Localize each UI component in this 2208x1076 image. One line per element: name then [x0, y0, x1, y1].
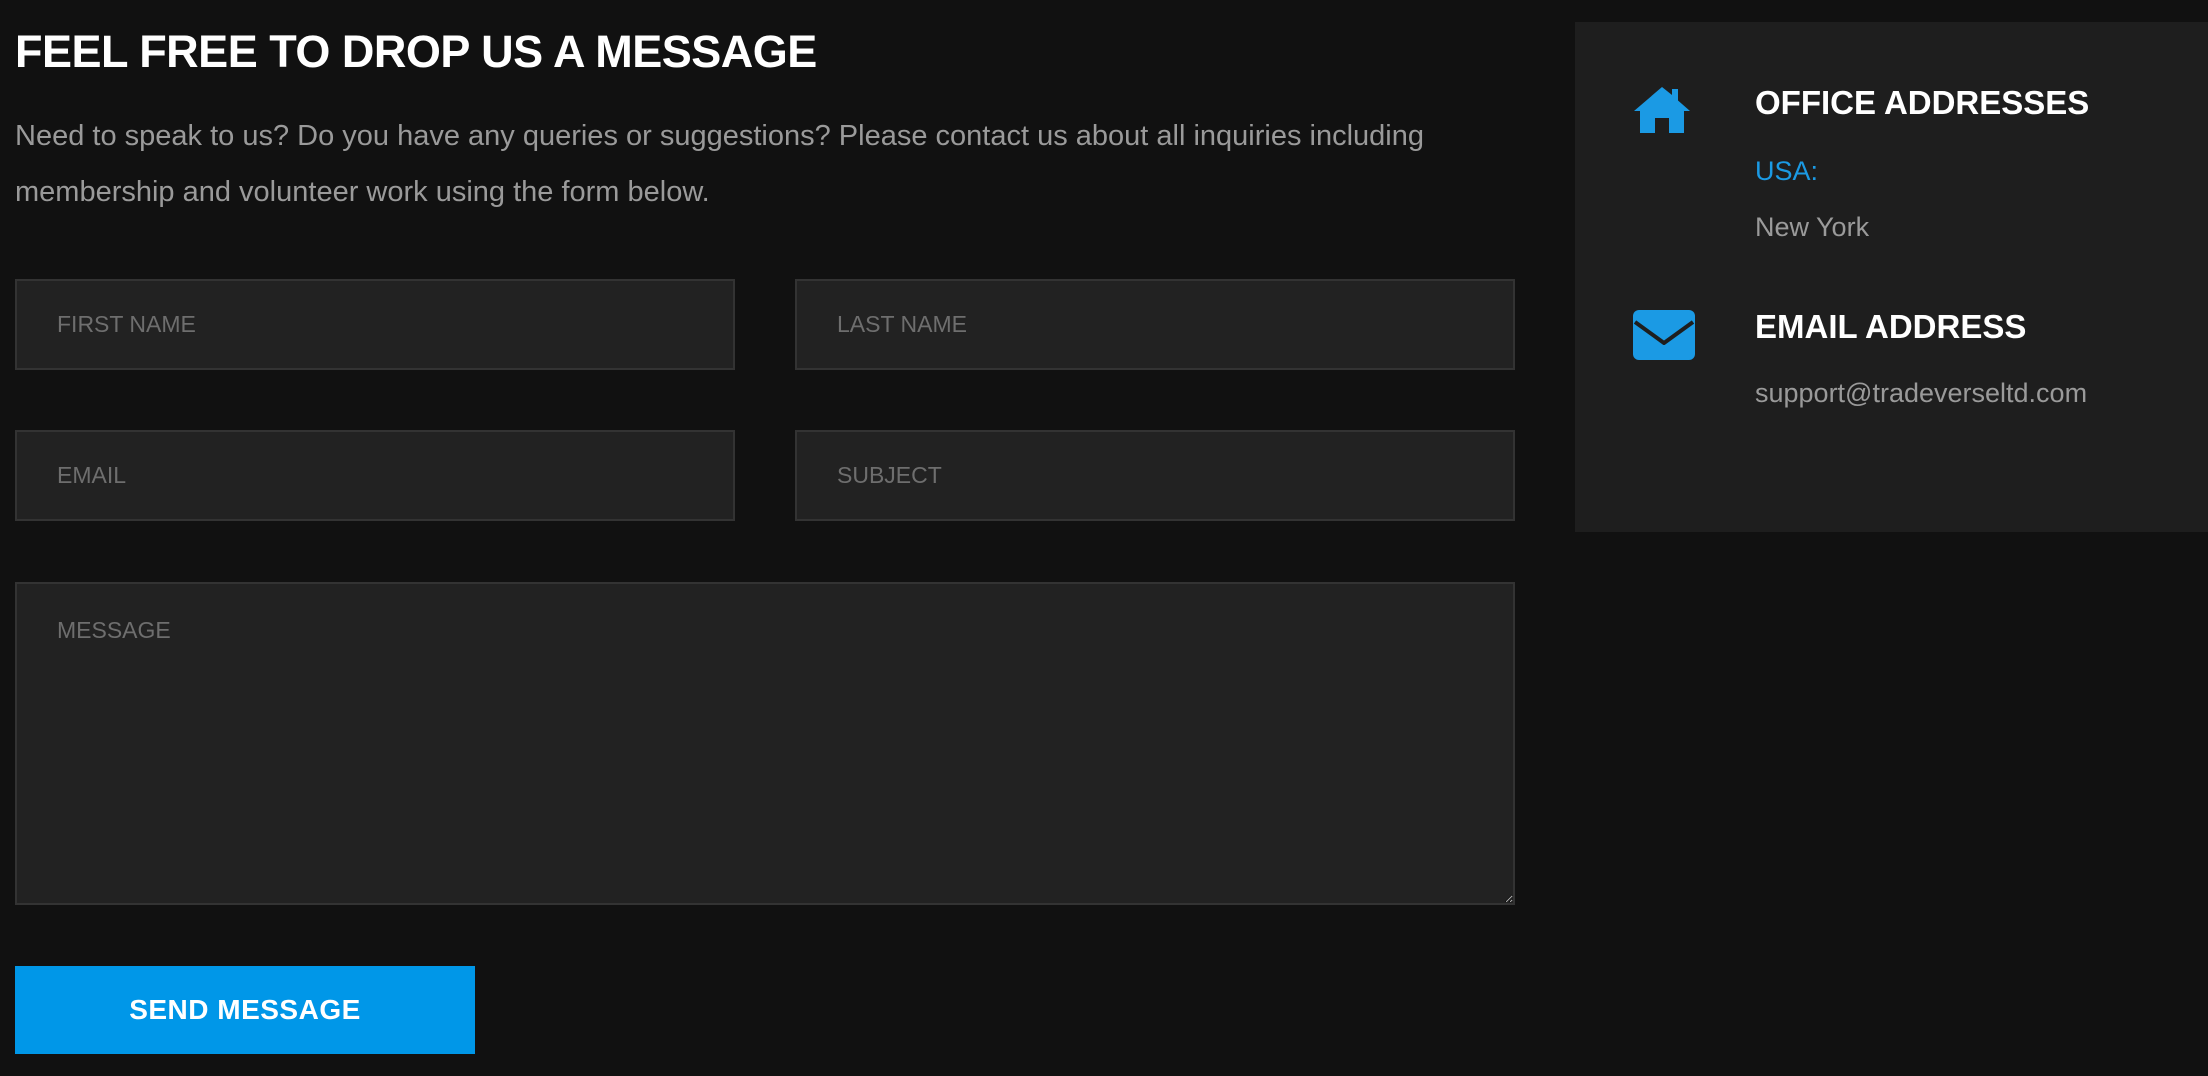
- last-name-input[interactable]: [795, 279, 1515, 370]
- office-city: New York: [1755, 212, 1870, 242]
- email-input[interactable]: [15, 430, 735, 521]
- contact-info-panel: OFFICE ADDRESSES USA: New York EMAIL ADD…: [1575, 22, 2208, 532]
- send-message-button[interactable]: SEND MESSAGE: [15, 966, 475, 1054]
- email-address-heading: EMAIL ADDRESS: [1755, 308, 2027, 345]
- contact-page: FEEL FREE TO DROP US A MESSAGE Need to s…: [0, 0, 2208, 1076]
- form-title: FEEL FREE TO DROP US A MESSAGE: [15, 26, 817, 77]
- envelope-icon: [1633, 310, 1695, 360]
- office-region-label: USA:: [1755, 156, 1819, 186]
- office-addresses-heading: OFFICE ADDRESSES: [1755, 84, 2090, 121]
- form-intro: Need to speak to us? Do you have any que…: [15, 120, 1424, 208]
- message-textarea[interactable]: [15, 582, 1515, 905]
- support-email: support@tradeverseltd.com: [1755, 378, 2088, 408]
- home-icon: [1634, 87, 1690, 133]
- first-name-input[interactable]: [15, 279, 735, 370]
- subject-input[interactable]: [795, 430, 1515, 521]
